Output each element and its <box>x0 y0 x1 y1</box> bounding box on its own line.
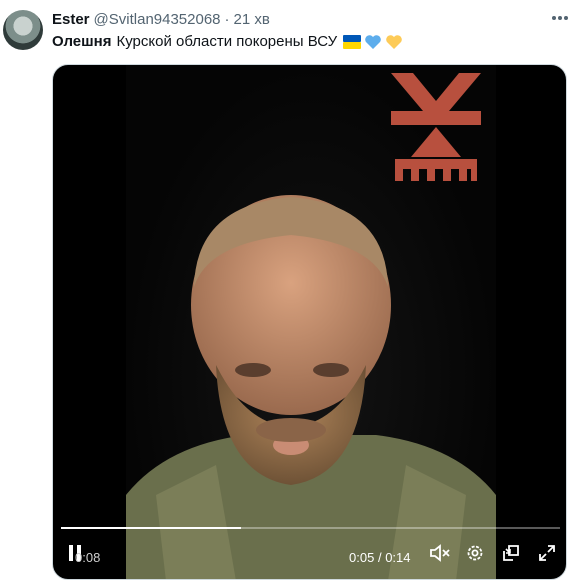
avatar[interactable] <box>3 10 43 50</box>
video-progress-bar[interactable] <box>61 527 560 529</box>
author-handle[interactable]: @Svitlan94352068 <box>94 11 221 28</box>
tweet-header: Ester @Svitlan94352068 · 21 хв <box>52 11 270 28</box>
author-name[interactable]: Ester <box>52 11 90 28</box>
mute-icon[interactable] <box>429 543 451 563</box>
tweet-text: Олешня Курской области покорены ВСУ <box>52 33 403 50</box>
time-separator: / <box>377 550 382 565</box>
tweet: Ester @Svitlan94352068 · 21 хв Олешня Курск… <box>0 0 579 588</box>
channel-logo-icon <box>391 73 481 181</box>
current-time: 0:05 <box>349 550 375 565</box>
video-time: 0:05 / 0:14 <box>349 550 411 565</box>
tweet-timestamp[interactable]: 21 хв <box>234 11 270 28</box>
tweet-text-bold: Олешня <box>52 33 112 50</box>
pip-icon[interactable] <box>501 543 521 563</box>
yellow-heart-icon <box>386 34 402 49</box>
more-icon <box>552 16 568 20</box>
video-controls: 0:08 0:05 / 0:14 <box>53 535 566 579</box>
person-in-video <box>126 195 496 579</box>
separator-dot: · <box>224 11 230 28</box>
blue-heart-icon <box>365 34 381 49</box>
more-options-button[interactable] <box>546 6 574 30</box>
tweet-text-body: Курской области покорены ВСУ <box>116 33 338 50</box>
video-progress-fill <box>61 527 241 529</box>
video-paused-time: 0:08 <box>75 550 101 565</box>
settings-icon[interactable] <box>465 543 485 563</box>
duration: 0:14 <box>385 550 411 565</box>
fullscreen-icon[interactable] <box>537 543 557 563</box>
flag-ukraine-icon <box>343 34 362 49</box>
video-player[interactable]: 0:08 0:05 / 0:14 <box>52 64 567 580</box>
